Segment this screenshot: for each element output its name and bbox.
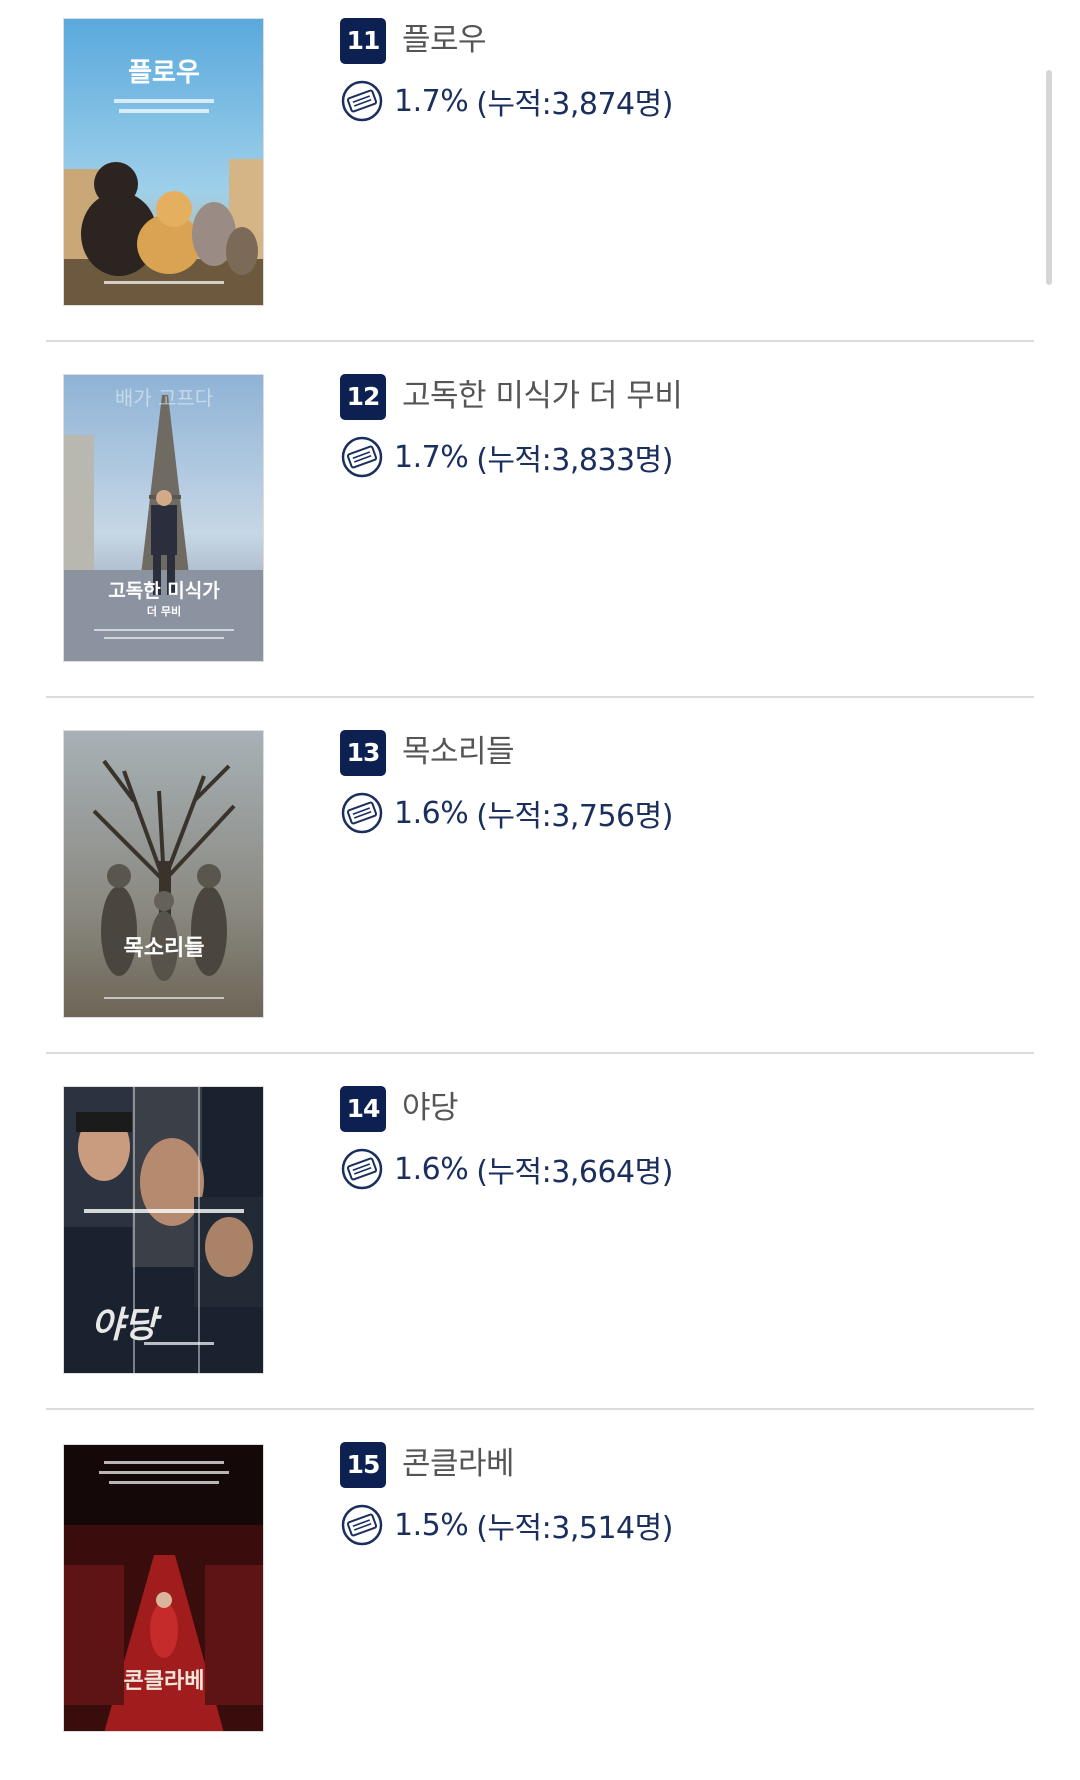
share-percent: 1.5% xyxy=(394,1507,469,1543)
movie-poster[interactable]: 목소리들 xyxy=(63,730,264,1018)
divider xyxy=(46,340,1034,342)
share-percent: 1.7% xyxy=(394,83,469,119)
cumulative-count: (누적:3,874명) xyxy=(476,87,673,122)
share-percent: 1.6% xyxy=(394,1151,469,1187)
poster-flow-image: 플로우 xyxy=(64,19,263,305)
audience-stat: 1.7% (누적:3,833명) xyxy=(340,434,673,480)
list-item[interactable]: 야당 14 야당 1.6% (누적:3,664명) xyxy=(46,1068,1034,1424)
svg-text:플로우: 플로우 xyxy=(128,58,200,88)
rank-badge: 12 xyxy=(340,374,386,420)
list-item[interactable]: 배가 고프다 고독한 미식가 더 무비 12 고독한 미식가 더 무비 1.7%… xyxy=(46,356,1034,712)
list-item[interactable]: 플로우 11 플로우 1.7% (누적:3,874명) xyxy=(46,0,1034,356)
svg-text:더 무비: 더 무비 xyxy=(147,604,181,618)
list-item[interactable]: 목소리들 13 목소리들 1.6% (누적:3,756명) xyxy=(46,712,1034,1068)
ticket-icon xyxy=(341,436,383,478)
ticket-icon xyxy=(341,792,383,834)
rank-badge: 14 xyxy=(340,1086,386,1132)
divider xyxy=(46,1052,1034,1054)
movie-poster[interactable]: 플로우 xyxy=(63,18,264,306)
rank-badge: 13 xyxy=(340,730,386,776)
divider xyxy=(46,696,1034,698)
cumulative-count: (누적:3,756명) xyxy=(476,799,673,834)
scrollbar[interactable] xyxy=(1046,70,1052,285)
movie-poster[interactable]: 배가 고프다 고독한 미식가 더 무비 xyxy=(63,374,264,662)
cumulative-count: (누적:3,514명) xyxy=(476,1511,673,1546)
svg-text:야당: 야당 xyxy=(91,1305,162,1346)
svg-text:콘클라베: 콘클라베 xyxy=(124,1668,205,1694)
cumulative-count: (누적:3,664명) xyxy=(476,1155,673,1190)
share-percent: 1.7% xyxy=(394,439,469,475)
movie-poster[interactable]: 야당 xyxy=(63,1086,264,1374)
poster-conclave-image: 콘클라베 xyxy=(64,1445,263,1731)
divider xyxy=(46,1408,1034,1410)
poster-yadang-image: 야당 xyxy=(64,1087,263,1373)
audience-stat: 1.6% (누적:3,756명) xyxy=(340,790,673,836)
rank-badge: 11 xyxy=(340,18,386,64)
audience-stat: 1.5% (누적:3,514명) xyxy=(340,1502,673,1548)
svg-text:배가 고프다: 배가 고프다 xyxy=(115,386,213,410)
cumulative-count: (누적:3,833명) xyxy=(476,443,673,478)
box-office-list: 플로우 11 플로우 1.7% (누적:3,874명) 배가 고프다 고독한 미… xyxy=(0,0,1080,1765)
svg-text:고독한 미식가: 고독한 미식가 xyxy=(108,580,220,602)
list-item[interactable]: 콘클라베 15 콘클라베 1.5% (누적:3,514명) xyxy=(46,1424,1034,1780)
movie-title[interactable]: 플로우 xyxy=(402,18,487,64)
poster-solitary-gourmet-image: 배가 고프다 고독한 미식가 더 무비 xyxy=(64,375,263,661)
svg-text:목소리들: 목소리들 xyxy=(124,935,205,961)
movie-title[interactable]: 야당 xyxy=(402,1086,459,1132)
movie-title[interactable]: 고독한 미식가 더 무비 xyxy=(402,374,683,420)
ticket-icon xyxy=(341,1148,383,1190)
movie-poster[interactable]: 콘클라베 xyxy=(63,1444,264,1732)
movie-title[interactable]: 목소리들 xyxy=(402,730,515,776)
rank-badge: 15 xyxy=(340,1442,386,1488)
ticket-icon xyxy=(341,1504,383,1546)
ticket-icon xyxy=(341,80,383,122)
audience-stat: 1.7% (누적:3,874명) xyxy=(340,78,673,124)
share-percent: 1.6% xyxy=(394,795,469,831)
audience-stat: 1.6% (누적:3,664명) xyxy=(340,1146,673,1192)
poster-voices-image: 목소리들 xyxy=(64,731,263,1017)
movie-title[interactable]: 콘클라베 xyxy=(402,1442,515,1488)
